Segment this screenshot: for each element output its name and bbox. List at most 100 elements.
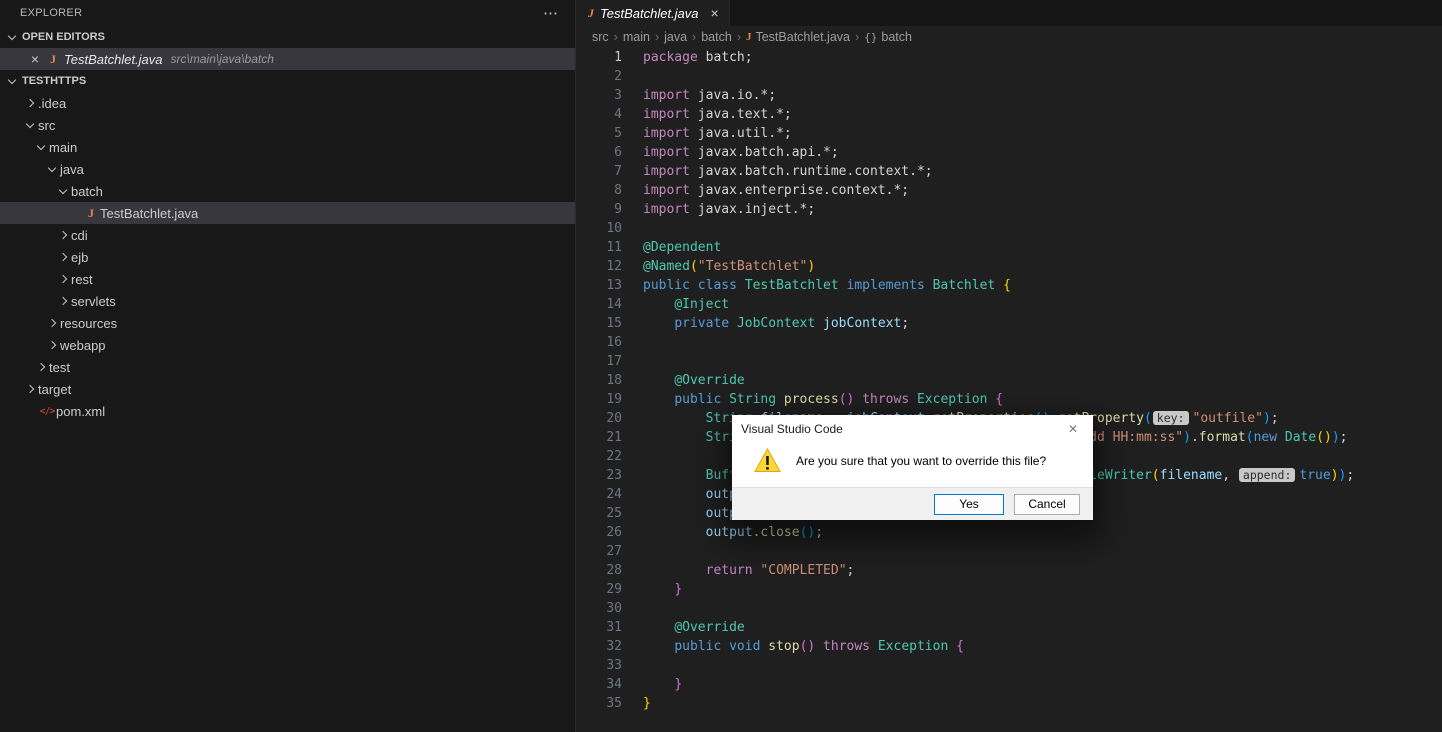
line-number: 27	[606, 544, 622, 559]
tree-item-servlets[interactable]: servlets	[0, 290, 575, 312]
breadcrumb-separator-icon: ›	[654, 30, 660, 44]
tree-item-resources[interactable]: resources	[0, 312, 575, 334]
line-number: 1	[614, 50, 622, 65]
open-editor-item[interactable]: × J TestBatchlet.java src\main\java\batch	[0, 48, 575, 70]
code-line[interactable]: 3 import java.io.*;	[576, 86, 1442, 105]
line-number: 30	[606, 601, 622, 616]
code-line[interactable]: 2	[576, 67, 1442, 86]
code-line[interactable]: 5 import java.util.*;	[576, 124, 1442, 143]
close-icon[interactable]: ×	[26, 51, 44, 67]
code-line[interactable]: 27	[576, 542, 1442, 561]
code-line[interactable]: 33	[576, 656, 1442, 675]
close-icon[interactable]: ✕	[1053, 415, 1093, 443]
tree-item-testbatchlet-java[interactable]: J TestBatchlet.java	[0, 202, 575, 224]
breadcrumb-separator-icon: ›	[854, 30, 860, 44]
code-line[interactable]: 30	[576, 599, 1442, 618]
tree-item-rest[interactable]: rest	[0, 268, 575, 290]
code-text: @Dependent	[643, 240, 722, 255]
tab-testbatchlet-java[interactable]: J TestBatchlet.java ×	[576, 0, 730, 26]
breadcrumb-item[interactable]: {} batch	[864, 30, 912, 44]
tree-item-src[interactable]: src	[0, 114, 575, 136]
open-editors-header[interactable]: OPEN EDITORS	[0, 26, 575, 48]
code-line[interactable]: 34 }	[576, 675, 1442, 694]
tree-item-batch[interactable]: batch	[0, 180, 575, 202]
code-line[interactable]: 10	[576, 219, 1442, 238]
chevron-down-icon	[4, 29, 20, 45]
tree-item--idea[interactable]: .idea	[0, 92, 575, 114]
code-text: import javax.batch.api.*;	[643, 145, 839, 160]
code-text: import java.io.*;	[643, 88, 777, 103]
yes-button[interactable]: Yes	[934, 493, 1004, 515]
line-number: 24	[606, 487, 622, 502]
code-line[interactable]: 1 package batch;	[576, 48, 1442, 67]
tree-item-webapp[interactable]: webapp	[0, 334, 575, 356]
tree-item-target[interactable]: target	[0, 378, 575, 400]
code-text: public String process() throws Exception…	[674, 392, 1004, 407]
breadcrumb-item[interactable]: main	[623, 30, 650, 44]
code-line[interactable]: 26 output.close();	[576, 523, 1442, 542]
open-editors-list: × J TestBatchlet.java src\main\java\batch	[0, 48, 575, 70]
code-line[interactable]: 9 import javax.inject.*;	[576, 200, 1442, 219]
java-file-icon: J	[50, 51, 56, 66]
code-line[interactable]: 18 @Override	[576, 371, 1442, 390]
tree-item-label: test	[49, 359, 70, 375]
tree-item-label: java	[60, 161, 84, 177]
tree-item-java[interactable]: java	[0, 158, 575, 180]
warning-icon	[754, 448, 781, 472]
cancel-button[interactable]: Cancel	[1014, 493, 1080, 515]
code-line[interactable]: 7 import javax.batch.runtime.context.*;	[576, 162, 1442, 181]
code-text: private JobContext jobContext;	[674, 316, 910, 331]
line-number: 2	[614, 69, 622, 84]
chevron-right-icon	[55, 271, 71, 287]
tree-item-test[interactable]: test	[0, 356, 575, 378]
code-line[interactable]: 15 private JobContext jobContext;	[576, 314, 1442, 333]
code-line[interactable]: 16	[576, 333, 1442, 352]
tree-item-pom-xml[interactable]: </> pom.xml	[0, 400, 575, 422]
code-line[interactable]: 17	[576, 352, 1442, 371]
tree-item-label: webapp	[60, 337, 106, 353]
breadcrumb: src › main › java › batch › J TestBatchlet.java › {…	[576, 26, 1442, 48]
code-text: }	[674, 582, 683, 597]
code-text: public void stop() throws Exception {	[674, 639, 964, 654]
tree-item-ejb[interactable]: ejb	[0, 246, 575, 268]
breadcrumb-separator-icon: ›	[692, 30, 697, 44]
code-line[interactable]: 4 import java.text.*;	[576, 105, 1442, 124]
code-line[interactable]: 6 import javax.batch.api.*;	[576, 143, 1442, 162]
code-text: @Inject	[674, 297, 730, 312]
dialog-title: Visual Studio Code	[741, 422, 843, 436]
confirm-override-dialog: Visual Studio Code ✕ Are you sure that y…	[732, 415, 1093, 520]
breadcrumb-item[interactable]: batch	[701, 30, 732, 44]
workspace-header[interactable]: TESTHTTPS	[0, 70, 575, 92]
code-editor[interactable]: 1 package batch; 2 3 import java.io.*; 4 impor…	[576, 48, 1442, 713]
dialog-body: Are you sure that you want to override t…	[732, 443, 1093, 487]
code-text: output.close();	[705, 525, 824, 540]
close-icon[interactable]: ×	[711, 5, 719, 21]
xml-file-icon: </>	[39, 405, 55, 417]
editor-area: J TestBatchlet.java × src › main › java › batc…	[576, 0, 1442, 732]
tree-item-cdi[interactable]: cdi	[0, 224, 575, 246]
code-line[interactable]: 8 import javax.enterprise.context.*;	[576, 181, 1442, 200]
code-line[interactable]: 35}	[576, 694, 1442, 713]
more-actions-icon[interactable]: ⋯	[543, 4, 559, 22]
code-line[interactable]: 28 return "COMPLETED";	[576, 561, 1442, 580]
code-line[interactable]: 13 public class TestBatchlet implements B…	[576, 276, 1442, 295]
tree-item-main[interactable]: main	[0, 136, 575, 158]
code-line[interactable]: 31 @Override	[576, 618, 1442, 637]
line-number: 12	[606, 259, 622, 274]
code-line[interactable]: 19 public String process() throws Except…	[576, 390, 1442, 409]
code-line[interactable]: 12 @Named("TestBatchlet")	[576, 257, 1442, 276]
line-number: 35	[606, 696, 622, 711]
line-number: 4	[614, 107, 622, 122]
line-number: 21	[606, 430, 622, 445]
breadcrumb-item[interactable]: J TestBatchlet.java	[746, 30, 850, 44]
code-line[interactable]: 32 public void stop() throws Exception {	[576, 637, 1442, 656]
code-line[interactable]: 29 }	[576, 580, 1442, 599]
line-number: 16	[606, 335, 622, 350]
code-line[interactable]: 11 @Dependent	[576, 238, 1442, 257]
line-number: 32	[606, 639, 622, 654]
code-line[interactable]: 14 @Inject	[576, 295, 1442, 314]
breadcrumb-item[interactable]: java	[664, 30, 687, 44]
tree-item-label: rest	[71, 271, 93, 287]
breadcrumb-item[interactable]: src	[592, 30, 609, 44]
